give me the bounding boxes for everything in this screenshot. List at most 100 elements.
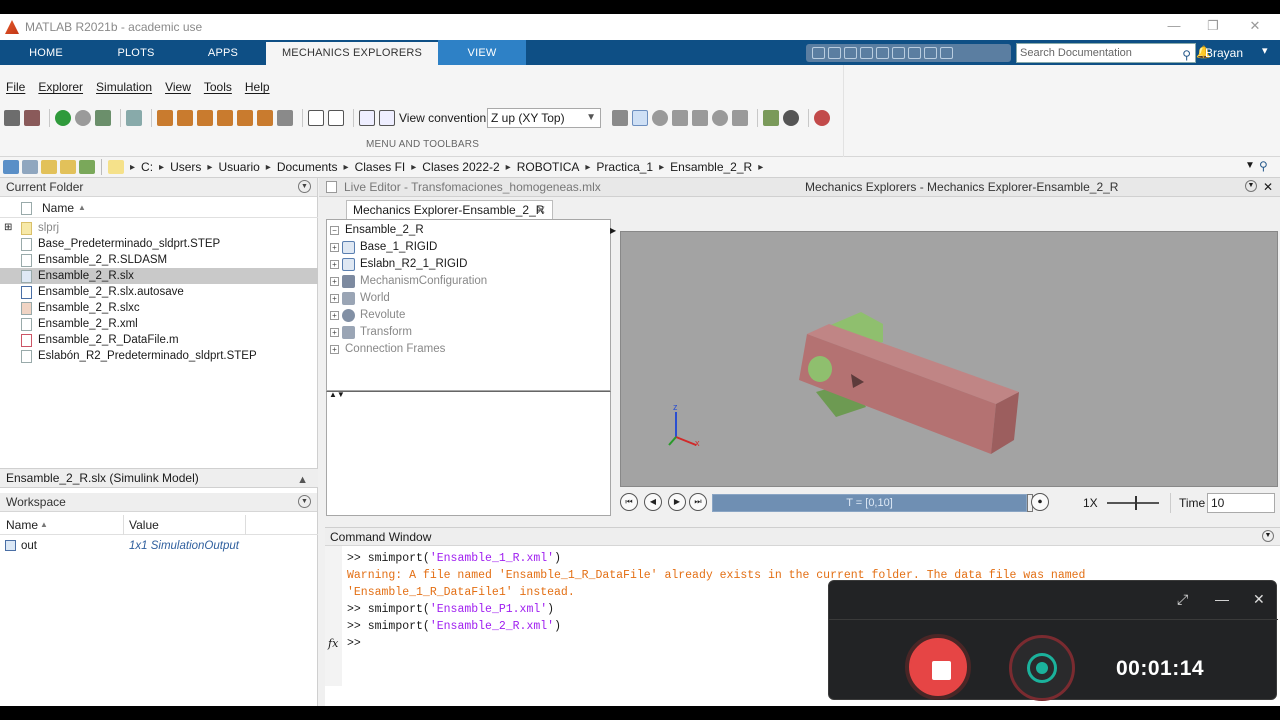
stop-icon[interactable] <box>75 110 91 126</box>
zoom-box-icon[interactable] <box>732 110 748 126</box>
expand-icon[interactable]: ⊞ <box>4 220 12 236</box>
rotate-icon[interactable] <box>652 110 668 126</box>
view-front-icon[interactable] <box>157 110 173 126</box>
maximize-icon[interactable]: ❐ <box>1203 18 1223 36</box>
details-bar[interactable]: Ensamble_2_R.slx (Simulink Model) ▲ <box>0 468 318 488</box>
tab-apps[interactable]: APPS <box>180 40 266 65</box>
panel-menu-icon[interactable]: ▼ <box>298 180 311 193</box>
crumb[interactable]: Ensamble_2_R <box>670 160 752 174</box>
collapse-pane-icon[interactable]: ▶ <box>610 226 616 235</box>
close-icon[interactable]: ✕ <box>536 201 546 219</box>
import-icon[interactable] <box>379 110 395 126</box>
quick-access-toolbar[interactable] <box>806 44 1011 62</box>
close-icon[interactable]: ✕ <box>1245 18 1265 36</box>
view-top-icon[interactable] <box>237 110 253 126</box>
file-row[interactable]: Ensamble_2_R.slxc <box>0 300 318 316</box>
export-icon[interactable] <box>359 110 375 126</box>
menu-tools[interactable]: Tools <box>204 80 232 94</box>
layout-single-icon[interactable] <box>328 110 344 126</box>
search-icon[interactable]: ⚲ <box>1259 159 1268 173</box>
expand-icon[interactable]: + <box>330 294 339 303</box>
chevron-down-icon[interactable]: ▼ <box>1245 160 1255 171</box>
file-row[interactable]: Ensamble_2_R.xml <box>0 316 318 332</box>
collapse-icon[interactable]: − <box>330 226 339 235</box>
view-bottom-icon[interactable] <box>257 110 273 126</box>
view-right-icon[interactable] <box>217 110 233 126</box>
annotate-button[interactable] <box>1009 635 1075 701</box>
expand-icon[interactable]: + <box>330 260 339 269</box>
search-icon[interactable]: ⚲ <box>1182 46 1191 64</box>
run-icon[interactable] <box>55 110 71 126</box>
step-back-icon[interactable]: ◀ <box>644 493 662 511</box>
splitter-icon[interactable]: ▲▼ <box>329 390 345 399</box>
file-row[interactable]: Ensamble_2_R.slx.autosave <box>0 284 318 300</box>
expand-icon[interactable]: + <box>330 311 339 320</box>
live-editor-tab[interactable]: Live Editor - Transfomaciones_homogeneas… <box>344 178 601 197</box>
select-arrow-icon[interactable] <box>632 110 648 126</box>
new-folder-icon[interactable] <box>60 160 76 174</box>
tab-view[interactable]: VIEW <box>438 40 526 65</box>
close-icon[interactable]: ✕ <box>1263 178 1273 197</box>
file-row[interactable]: Ensamble_2_R.SLDASM <box>0 252 318 268</box>
close-icon[interactable]: ✕ <box>1253 591 1265 608</box>
speed-slider-handle[interactable] <box>1135 496 1137 510</box>
explorer-close-icon[interactable] <box>24 110 40 126</box>
step-icon[interactable] <box>95 110 111 126</box>
speed-slider[interactable] <box>1107 502 1159 504</box>
workspace-row[interactable]: out 1x1 SimulationOutput <box>0 538 318 554</box>
name-column-header[interactable]: Name ▲ <box>0 198 318 218</box>
record-icon[interactable]: ⏺ <box>1031 493 1049 511</box>
rewind-icon[interactable]: ⏮ <box>620 493 638 511</box>
explorer-icon[interactable] <box>4 110 20 126</box>
frames-icon[interactable] <box>763 110 779 126</box>
minimize-icon[interactable]: — <box>1164 18 1184 36</box>
file-row[interactable]: Ensamble_2_R_DataFile.m <box>0 332 318 348</box>
tab-mechanics-explorers[interactable]: MECHANICS EXPLORERS <box>266 42 438 65</box>
crumb[interactable]: Users <box>170 160 201 174</box>
view-back-icon[interactable] <box>177 110 193 126</box>
minimize-icon[interactable]: — <box>1215 591 1229 607</box>
3d-viewport[interactable]: z x <box>620 231 1278 487</box>
panel-menu-icon[interactable]: ▼ <box>298 495 311 508</box>
play-icon[interactable]: ▶ <box>668 493 686 511</box>
file-row[interactable]: Base_Predeterminado_sldprt.STEP <box>0 236 318 252</box>
crumb[interactable]: ROBOTICA <box>517 160 580 174</box>
timeline-slider[interactable]: T = [0,10] <box>712 494 1027 512</box>
sphere-icon[interactable] <box>783 110 799 126</box>
expand-icon[interactable]: + <box>330 243 339 252</box>
menu-help[interactable]: Help <box>245 80 270 94</box>
crumb[interactable]: Usuario <box>218 160 259 174</box>
mechanics-explorer-tab[interactable]: Mechanics Explorer-Ensamble_2_R ✕ <box>346 200 553 219</box>
browse-icon[interactable] <box>79 160 95 174</box>
crumb[interactable]: Clases FI <box>355 160 406 174</box>
zoom-icon[interactable] <box>712 110 728 126</box>
menu-simulation[interactable]: Simulation <box>96 80 152 94</box>
stop-recording-button[interactable] <box>905 634 971 700</box>
crumb[interactable]: C: <box>141 160 153 174</box>
file-row[interactable]: Eslabón_R2_Predeterminado_sldprt.STEP <box>0 348 318 364</box>
forward-icon[interactable] <box>22 160 38 174</box>
file-row-selected[interactable]: Ensamble_2_R.slx <box>0 268 318 284</box>
settings-icon[interactable] <box>814 110 830 126</box>
fit-icon[interactable] <box>126 110 142 126</box>
view-iso-icon[interactable] <box>277 110 293 126</box>
crumb[interactable]: Documents <box>277 160 338 174</box>
crumb[interactable]: Practica_1 <box>596 160 653 174</box>
back-icon[interactable] <box>3 160 19 174</box>
search-documentation-input[interactable]: Search Documentation ⚲ <box>1016 43 1196 63</box>
roll-icon[interactable] <box>672 110 688 126</box>
file-row[interactable]: ⊞ slprj <box>0 220 318 236</box>
pan-icon[interactable] <box>692 110 708 126</box>
expand-icon[interactable]: ⤢ <box>1177 591 1188 608</box>
view-left-icon[interactable] <box>197 110 213 126</box>
camera-icon[interactable] <box>612 110 628 126</box>
command-prompt[interactable]: >> <box>347 637 361 650</box>
crumb[interactable]: Clases 2022-2 <box>422 160 499 174</box>
tab-plots[interactable]: PLOTS <box>92 40 180 65</box>
view-convention-select[interactable]: Z up (XY Top) ▼ <box>487 108 601 128</box>
fx-icon[interactable]: fx <box>328 637 338 650</box>
menu-explorer[interactable]: Explorer <box>38 80 83 94</box>
step-forward-icon[interactable]: ⏭ <box>689 493 707 511</box>
expand-icon[interactable]: + <box>330 328 339 337</box>
layout-split-icon[interactable] <box>308 110 324 126</box>
